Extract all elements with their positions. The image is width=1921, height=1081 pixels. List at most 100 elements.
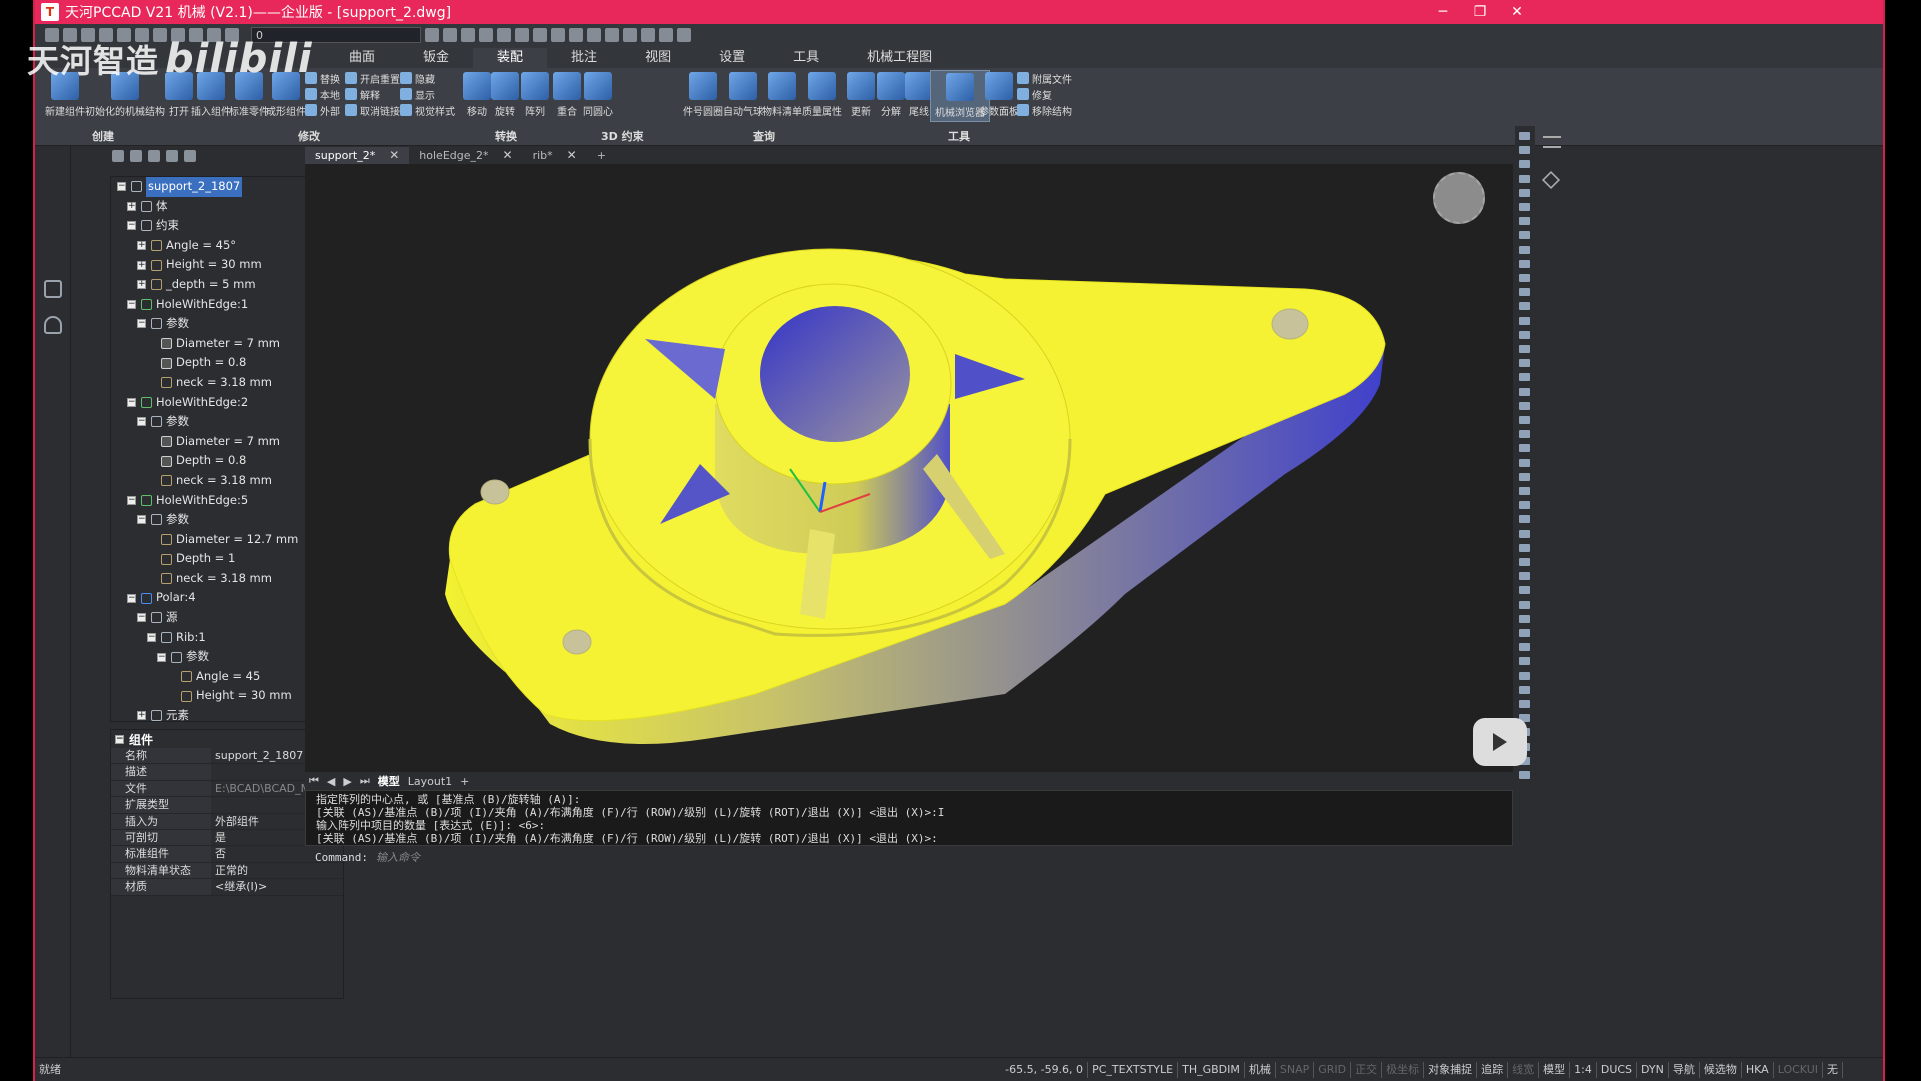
tool-icon[interactable] [1519,160,1530,169]
tool-icon[interactable] [1519,771,1530,779]
auto-balloon-button[interactable]: 自动气球 [723,72,763,118]
expand-icon[interactable]: + [137,260,146,270]
tool-icon[interactable] [1519,614,1530,623]
tool-icon[interactable] [1519,345,1530,353]
tool-icon[interactable] [1519,259,1530,268]
array-button[interactable]: 阵列 [521,72,549,118]
tool-icon[interactable] [1519,700,1530,708]
tree-tool-3-icon[interactable] [148,150,160,162]
coincide-button[interactable]: 重合 [553,72,581,118]
tree-node[interactable]: Depth = 0.8 [111,353,331,373]
tree-node[interactable]: − 参数 [111,510,331,530]
external-button[interactable]: 外部 [305,102,340,118]
property-row[interactable]: 材质 <继承(I)> [111,879,343,896]
mass-prop-button[interactable]: 质量属性 [802,72,842,118]
tool-palette-icon[interactable] [641,28,655,42]
tree-node[interactable]: Diameter = 7 mm [111,432,331,452]
tool-icon[interactable] [1519,188,1530,197]
tree-node[interactable]: neck = 3.18 mm [111,471,331,491]
drawing-viewport[interactable] [305,164,1513,772]
layer-off-icon[interactable] [497,28,511,42]
collapse-icon[interactable]: − [147,632,156,642]
tree-node[interactable]: − 约束 [111,216,331,236]
tab-annotate[interactable]: 批注 [547,48,621,68]
collapse-icon[interactable]: − [127,221,136,231]
tab-surface[interactable]: 曲面 [325,48,399,68]
hide-button[interactable]: 隐藏 [400,70,435,86]
status-toggle[interactable]: 1:4 [1570,1061,1597,1078]
close-tab-icon[interactable]: ✕ [389,148,399,162]
show-button[interactable]: 显示 [400,86,435,102]
tree-node[interactable]: − 参数 [111,314,331,334]
expand-icon[interactable]: + [127,201,136,211]
status-toggle[interactable]: DYN [1637,1061,1669,1078]
layer-isolate-icon[interactable] [461,28,475,42]
command-input[interactable]: Command: 输入命令 [305,848,1513,866]
update-button[interactable]: 更新 [847,72,875,118]
tool-icon[interactable] [1519,671,1530,680]
view-iso-icon[interactable] [551,28,565,42]
tool-icon[interactable] [1519,359,1530,368]
tool-icon[interactable] [1519,146,1530,155]
calculator-icon[interactable] [623,28,637,42]
tail-button[interactable]: 尾线 [905,72,933,118]
status-toggle[interactable]: 机械 [1245,1061,1276,1078]
tool-icon[interactable] [1519,515,1530,524]
tab-sheetmetal[interactable]: 钣金 [399,48,473,68]
tool-icon[interactable] [1519,203,1530,211]
shield-icon[interactable] [44,316,62,334]
repair-button[interactable]: 修复 [1017,86,1052,102]
tool-icon[interactable] [1519,444,1530,453]
open-reset-button[interactable]: 开启重置 [345,70,400,86]
sheet-icon[interactable] [659,28,673,42]
tree-settings-icon[interactable] [166,150,178,162]
status-toggle[interactable]: 无 [1823,1061,1843,1078]
collapse-icon[interactable]: − [127,593,136,603]
match-prop-icon[interactable] [605,28,619,42]
tree-node[interactable]: Angle = 45 [111,667,331,687]
tool-icon[interactable] [1519,529,1530,538]
collapse-icon[interactable]: − [115,734,124,744]
tree-node[interactable]: + Height = 30 mm [111,255,331,275]
expand-icon[interactable]: + [137,711,146,721]
status-toggle[interactable]: PC_TEXTSTYLE [1088,1061,1179,1078]
tab-assembly[interactable]: 装配 [473,48,548,68]
layer-freeze-icon[interactable] [479,28,493,42]
cancel-link-button[interactable]: 取消链接 [345,102,400,118]
tree-tool-1-icon[interactable] [112,150,124,162]
tree-filter-icon[interactable] [184,150,196,162]
local-button[interactable]: 本地 [305,86,340,102]
tab-view[interactable]: 视图 [621,48,695,68]
close-tab-icon[interactable]: ✕ [567,148,577,162]
add-layout-button[interactable]: + [460,775,469,788]
status-toggle[interactable]: 对象捕捉 [1424,1061,1478,1078]
tree-node[interactable]: + _depth = 5 mm [111,275,331,295]
tool-icon[interactable] [1519,330,1530,339]
tree-node[interactable]: Diameter = 12.7 mm [111,530,331,550]
tree-node[interactable]: + 体 [111,197,331,217]
status-toggle[interactable]: HKA [1742,1061,1774,1078]
remove-struct-button[interactable]: 移除结构 [1017,102,1072,118]
status-toggle[interactable]: LOCKUI [1774,1061,1823,1078]
tab-mech-drawing[interactable]: 机械工程图 [843,48,956,68]
doc-tab-holeedge[interactable]: holeEdge_2* ✕ [409,147,522,164]
tree-node[interactable]: Depth = 0.8 [111,451,331,471]
status-toggle[interactable]: 候选物 [1700,1061,1742,1078]
collapse-icon[interactable]: − [127,299,136,309]
tool-icon[interactable] [1519,274,1530,282]
status-toggle[interactable]: 导航 [1669,1061,1700,1078]
tool-icon[interactable] [1519,600,1530,609]
tree-node[interactable]: − Polar:4 [111,588,331,608]
tool-icon[interactable] [1519,487,1530,495]
tree-node[interactable]: Depth = 1 [111,549,331,569]
tool-icon[interactable] [1519,132,1530,140]
status-toggle[interactable]: 追踪 [1477,1061,1509,1078]
next-layout-icon[interactable]: ▶ [343,775,351,788]
rotate-button[interactable]: 旋转 [491,72,519,118]
status-toggle[interactable]: SNAP [1276,1061,1315,1078]
tree-node[interactable]: − support_2_1807 [111,177,331,197]
close-button[interactable]: ✕ [1494,0,1540,24]
collapse-icon[interactable]: − [137,515,146,525]
tool-icon[interactable] [1519,685,1530,694]
settings-sliders-icon[interactable] [1543,136,1561,148]
